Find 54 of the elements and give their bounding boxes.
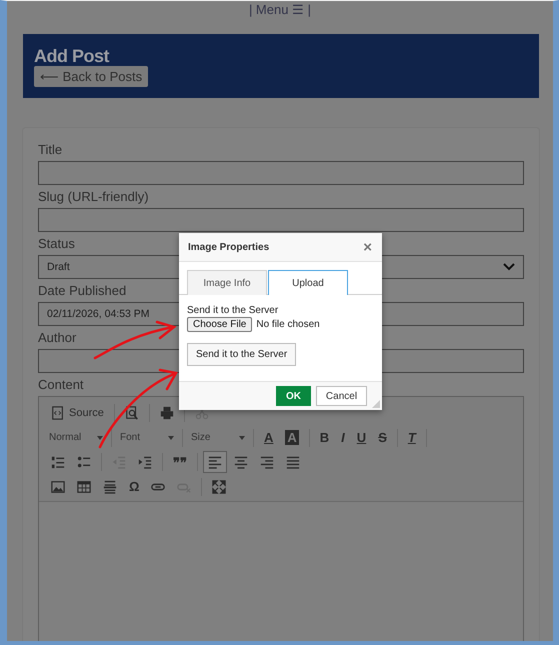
field-label: Content xyxy=(38,377,84,393)
align-left-button[interactable] xyxy=(203,451,227,474)
dialog-tab[interactable]: Image Info xyxy=(187,270,267,295)
format-dropdown[interactable]: Size xyxy=(187,428,249,448)
ok-button[interactable]: OK xyxy=(276,386,311,406)
chevron-down-icon xyxy=(503,263,515,271)
special-character-button[interactable]: Ω xyxy=(124,476,144,498)
dialog-tab[interactable]: Upload xyxy=(268,270,348,295)
field-label: Slug (URL-friendly) xyxy=(38,189,149,205)
resize-grip-icon[interactable] xyxy=(372,400,380,408)
blockquote-button[interactable]: ❞❞ xyxy=(168,451,192,474)
upload-label: Send it to the Server xyxy=(187,305,280,316)
caret-icon xyxy=(97,436,103,440)
send-to-server-button[interactable]: Send it to the Server xyxy=(187,343,296,366)
menu-link[interactable]: | Menu ☰ | xyxy=(7,1,553,20)
source-icon xyxy=(51,406,65,420)
align-right-icon xyxy=(260,455,274,470)
bold-button[interactable]: B xyxy=(314,426,334,449)
text-field[interactable] xyxy=(38,208,524,232)
source-button[interactable]: Source xyxy=(46,402,109,424)
field-label: Title xyxy=(38,142,62,158)
choose-file-button[interactable]: Choose File xyxy=(187,317,252,332)
align-center-icon xyxy=(234,455,248,470)
text-field[interactable] xyxy=(38,161,524,185)
underline-button[interactable]: U xyxy=(352,426,372,449)
printer-icon xyxy=(160,406,174,420)
strikethrough-button[interactable]: S xyxy=(373,426,392,449)
caret-icon xyxy=(239,436,245,440)
field-label: Status xyxy=(38,236,75,252)
text-color-button[interactable]: A xyxy=(259,426,278,449)
table-icon xyxy=(77,480,91,494)
close-button[interactable]: × xyxy=(363,238,372,256)
field-label: Date Published xyxy=(38,283,126,299)
background-color-button[interactable]: A xyxy=(280,426,304,449)
maximize-icon xyxy=(212,480,226,494)
align-left-icon xyxy=(208,455,222,470)
field-label: Author xyxy=(38,330,76,346)
indent-icon xyxy=(138,455,152,470)
image-icon xyxy=(51,480,65,494)
format-dropdown[interactable]: Normal xyxy=(45,428,107,448)
preview-icon xyxy=(124,406,139,420)
format-dropdown[interactable]: Font xyxy=(116,428,178,448)
horizontal-rule-icon xyxy=(103,480,117,494)
page-title: Add Post xyxy=(34,46,110,66)
file-status: No file chosen xyxy=(256,319,320,330)
back-button[interactable]: ⟵ Back to Posts xyxy=(34,66,148,87)
caret-icon xyxy=(168,436,174,440)
remove-format-button[interactable]: T xyxy=(402,426,421,449)
cancel-button[interactable]: Cancel xyxy=(316,386,367,406)
italic-button[interactable]: I xyxy=(336,426,350,449)
justify-icon xyxy=(286,455,300,470)
numbered-list-icon xyxy=(51,455,65,470)
dialog-title: Image Properties xyxy=(188,242,270,252)
bulleted-list-icon xyxy=(77,455,91,470)
